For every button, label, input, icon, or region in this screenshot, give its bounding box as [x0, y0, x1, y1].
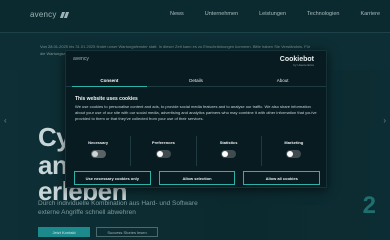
marketing-toggle[interactable]: [286, 150, 302, 158]
site-nav: News Unternehmen Leistungen Technologien…: [170, 11, 380, 17]
hero-subtitle-line2: externe Angriffe schnell abwehren: [38, 209, 136, 216]
site-logo-text: avency: [30, 10, 57, 19]
toggle-knob: [222, 151, 229, 157]
category-preferences: Preferences: [131, 136, 197, 166]
site-logo[interactable]: avency: [30, 10, 69, 19]
chevron-left-icon[interactable]: ‹: [4, 116, 7, 125]
dialog-logo: avency: [73, 56, 89, 62]
hero-contact-button[interactable]: Jetzt Kontakt: [38, 227, 90, 237]
cookie-consent-dialog: Cookiebot by Usercentrics Consent Detail…: [65, 50, 327, 188]
chevron-right-icon[interactable]: ›: [383, 116, 386, 125]
category-statistics: Statistics: [197, 136, 262, 166]
nav-item-unternehmen[interactable]: Unternehmen: [205, 11, 238, 17]
allow-selection-button[interactable]: Allow selection: [158, 171, 236, 185]
category-necessary: Necessary: [66, 136, 132, 166]
cookiebot-brand[interactable]: Cookiebot by Usercentrics: [280, 56, 314, 67]
category-label: Marketing: [284, 140, 304, 145]
notice-text-line1: Von 28.01.2025 bis 31.01.2025 findet uns…: [40, 44, 311, 49]
tab-consent[interactable]: Consent: [66, 75, 153, 87]
necessary-toggle: [90, 150, 106, 158]
slide-number: 2: [362, 192, 376, 219]
nav-item-karriere[interactable]: Karriere: [360, 11, 380, 17]
cookie-categories: Necessary Preferences Statistics Marketi…: [66, 136, 326, 166]
category-label: Necessary: [88, 140, 109, 145]
category-label: Statistics: [219, 140, 238, 145]
category-marketing: Marketing: [262, 136, 326, 166]
toggle-knob: [156, 151, 163, 157]
preferences-toggle[interactable]: [155, 150, 171, 158]
dialog-title: This website uses cookies: [75, 96, 138, 102]
nav-item-leistungen[interactable]: Leistungen: [259, 11, 286, 17]
tab-about[interactable]: About: [239, 75, 326, 86]
brand-subtitle: by Usercentrics: [293, 63, 314, 67]
dialog-body: We use cookies to personalise content an…: [75, 104, 317, 121]
statistics-toggle[interactable]: [221, 150, 237, 158]
nav-item-technologien[interactable]: Technologien: [307, 11, 339, 17]
brand-name: Cookiebot: [279, 56, 314, 63]
site-header: avency News Unternehmen Leistungen Techn…: [0, 0, 390, 32]
logo-mark-icon: [60, 12, 69, 18]
toggle-knob: [287, 151, 294, 157]
hero-subtitle-line1: Durch individuelle Kombination aus Hard-…: [38, 200, 198, 207]
toggle-knob: [91, 151, 98, 157]
dialog-tabs: Consent Details About: [66, 75, 326, 87]
allow-all-button[interactable]: Allow all cookies: [243, 171, 321, 185]
tab-details[interactable]: Details: [153, 75, 240, 86]
necessary-only-button[interactable]: Use necessary cookies only: [74, 171, 151, 185]
nav-item-news[interactable]: News: [170, 11, 184, 17]
category-label: Preferences: [151, 140, 175, 145]
dialog-buttons: Use necessary cookies only Allow selecti…: [74, 171, 321, 185]
hero-stories-button[interactable]: Success Stories lesen: [96, 227, 158, 237]
